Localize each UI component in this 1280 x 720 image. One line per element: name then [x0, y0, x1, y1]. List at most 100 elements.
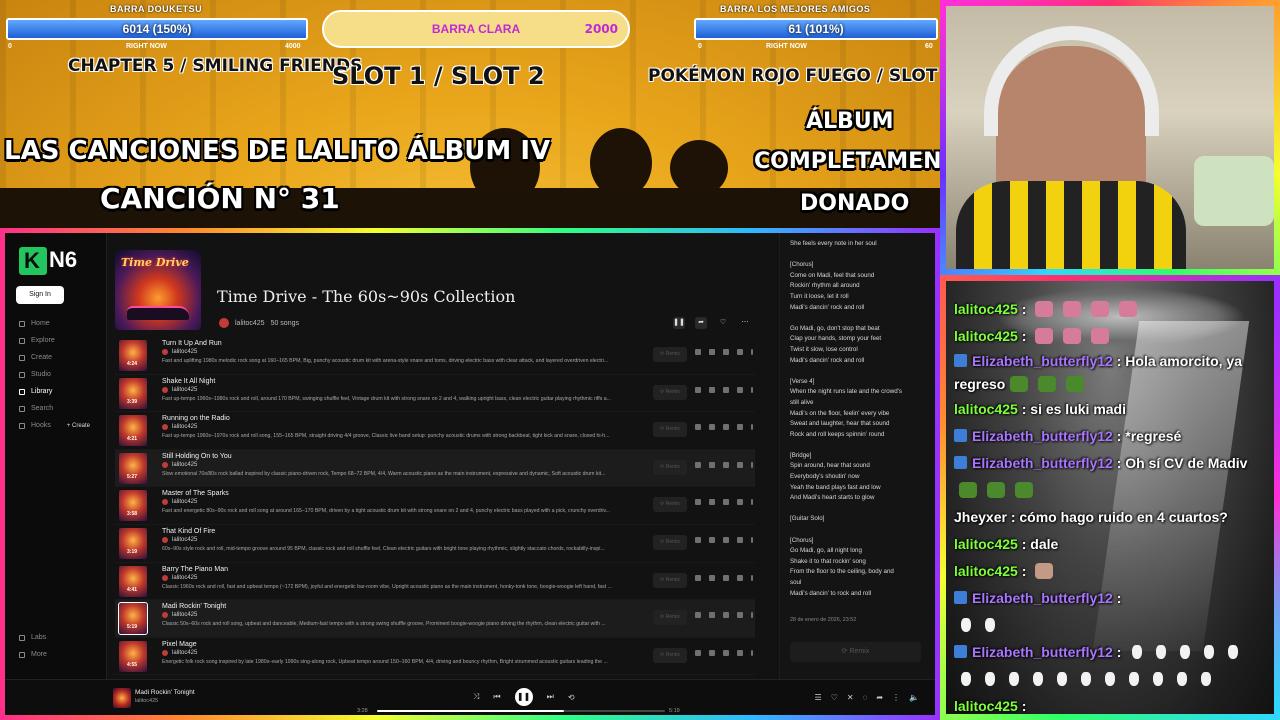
sidebar-item-home[interactable]: Home	[19, 315, 90, 332]
table-row[interactable]: 4:55 Pixel Mage lalitoc425 Energetic fol…	[115, 638, 755, 676]
song-cover[interactable]: 3:58	[119, 490, 147, 522]
share-icon[interactable]	[737, 349, 743, 355]
table-row[interactable]: 5:19 Madi Rockin' Tonight lalitoc425 Cla…	[115, 600, 755, 638]
song-title[interactable]: Running on the Radio	[162, 415, 230, 422]
share-icon[interactable]	[737, 574, 743, 581]
table-row[interactable]: 5:27 Still Holding On to You lalitoc425 …	[115, 449, 755, 488]
share-icon[interactable]	[737, 499, 743, 506]
remix-button[interactable]: ⟳ Remix	[653, 497, 687, 513]
dislike-icon[interactable]	[709, 574, 715, 581]
more-options-icon[interactable]	[751, 461, 753, 468]
like-icon[interactable]	[695, 536, 701, 543]
next-icon[interactable]: ⏭	[547, 692, 554, 702]
like-icon[interactable]	[695, 574, 701, 581]
chat-username[interactable]: lalitoc425	[954, 536, 1018, 552]
chat-username[interactable]: lalitoc425	[954, 301, 1018, 317]
song-title[interactable]: Still Holding On to You	[162, 453, 232, 460]
comment-icon[interactable]	[723, 574, 729, 581]
share-icon[interactable]	[737, 424, 743, 431]
chat-username[interactable]: lalitoc425	[954, 328, 1018, 344]
more-options-icon[interactable]	[751, 386, 753, 393]
dislike-icon[interactable]	[709, 461, 715, 468]
comment-icon[interactable]	[723, 499, 729, 506]
song-artist[interactable]: lalitoc425	[172, 349, 197, 355]
chat-username[interactable]: lalitoc425	[954, 698, 1018, 714]
share-icon[interactable]	[737, 386, 743, 393]
player-cover[interactable]	[113, 688, 131, 708]
share-icon[interactable]: ➦	[876, 693, 883, 702]
pause-icon[interactable]: ❚❚	[673, 317, 685, 329]
song-title[interactable]: Master of The Sparks	[162, 490, 229, 497]
comment-icon[interactable]	[723, 386, 729, 393]
like-icon[interactable]	[695, 612, 701, 619]
app-logo[interactable]: K N6	[19, 247, 79, 277]
like-icon[interactable]	[695, 349, 701, 355]
remix-button[interactable]: ⟳ Remix	[653, 534, 687, 550]
more-options-icon[interactable]	[751, 574, 753, 581]
chat-username[interactable]: Jheyxer	[954, 509, 1007, 525]
dislike-icon[interactable]	[709, 612, 715, 619]
chat-username[interactable]: Elizabeth_butterfly12	[972, 644, 1113, 660]
song-cover[interactable]: 5:19	[118, 602, 148, 636]
repeat-icon[interactable]: ⟲	[568, 693, 575, 702]
share-icon[interactable]	[737, 536, 743, 543]
more-options-icon[interactable]: ⋯	[739, 317, 751, 329]
sidebar-item-library[interactable]: Library	[19, 383, 90, 400]
share-icon[interactable]	[737, 461, 743, 468]
more-options-icon[interactable]	[751, 612, 753, 619]
more-options-icon[interactable]	[751, 424, 753, 431]
comment-icon[interactable]	[723, 649, 729, 656]
song-artist[interactable]: lalitoc425	[172, 612, 197, 618]
comment-icon[interactable]	[723, 424, 729, 431]
comment-icon[interactable]	[723, 612, 729, 619]
song-cover[interactable]: 5:27	[119, 452, 147, 484]
sidebar-item-more[interactable]: More	[19, 646, 47, 663]
remix-button[interactable]: ⟳ Remix	[653, 647, 687, 663]
previous-icon[interactable]: ⏮	[493, 692, 500, 702]
comment-icon[interactable]	[723, 536, 729, 543]
song-cover[interactable]: 4:24	[119, 340, 147, 371]
player-title[interactable]: Madi Rockin' Tonight	[135, 689, 195, 696]
remix-button[interactable]: ⟳ Remix	[653, 610, 687, 626]
like-icon[interactable]	[695, 649, 701, 656]
chat-username[interactable]: lalitoc425	[954, 563, 1018, 579]
shuffle-icon[interactable]: ⤨	[473, 692, 479, 702]
table-row[interactable]: 3:19 That Kind Of Fire lalitoc425 60s–90…	[115, 525, 755, 563]
more-options-icon[interactable]	[751, 536, 753, 543]
song-artist[interactable]: lalitoc425	[172, 462, 197, 468]
song-title[interactable]: Shake It All Night	[162, 378, 215, 385]
share-icon[interactable]: ➦	[695, 317, 707, 329]
chat-username[interactable]: Elizabeth_butterfly12	[972, 428, 1113, 444]
remix-button[interactable]: ⟳ Remix	[653, 422, 687, 438]
song-cover[interactable]: 4:21	[119, 415, 147, 447]
song-artist[interactable]: lalitoc425	[172, 387, 197, 393]
remix-button[interactable]: ⟳ Remix	[653, 384, 687, 400]
song-title[interactable]: Turn It Up And Run	[162, 340, 222, 347]
more-options-icon[interactable]	[751, 499, 753, 506]
share-icon[interactable]	[737, 612, 743, 619]
dislike-icon[interactable]: ✕	[847, 693, 854, 702]
sidebar-item-search[interactable]: Search	[19, 400, 90, 417]
dislike-icon[interactable]	[709, 386, 715, 393]
table-row[interactable]: 3:39 Shake It All Night lalitoc425 Fast …	[115, 375, 755, 413]
playlist-owner[interactable]: lalitoc425	[235, 320, 265, 327]
song-cover[interactable]: 3:39	[119, 377, 147, 409]
sidebar-item-explore[interactable]: Explore	[19, 332, 90, 349]
more-options-icon[interactable]: ⋮	[892, 693, 900, 702]
table-row[interactable]: 4:21 Running on the Radio lalitoc425 Fas…	[115, 412, 755, 450]
like-icon[interactable]	[695, 424, 701, 431]
song-cover[interactable]: 4:41	[119, 565, 147, 597]
song-title[interactable]: Barry The Piano Man	[162, 566, 228, 573]
chat-username[interactable]: lalitoc425	[954, 401, 1018, 417]
like-icon[interactable]	[695, 386, 701, 393]
like-icon[interactable]: ♡	[717, 317, 729, 329]
table-row[interactable]: 4:24 Turn It Up And Run lalitoc425 Fast …	[115, 337, 755, 375]
seek-bar[interactable]	[377, 710, 665, 712]
dislike-icon[interactable]	[709, 499, 715, 506]
dislike-icon[interactable]	[709, 536, 715, 543]
song-artist[interactable]: lalitoc425	[172, 575, 197, 581]
song-title[interactable]: Madi Rockin' Tonight	[162, 603, 226, 610]
sidebar-item-studio[interactable]: Studio	[19, 366, 90, 383]
chat-username[interactable]: Elizabeth_butterfly12	[972, 590, 1113, 606]
dislike-icon[interactable]	[709, 349, 715, 355]
